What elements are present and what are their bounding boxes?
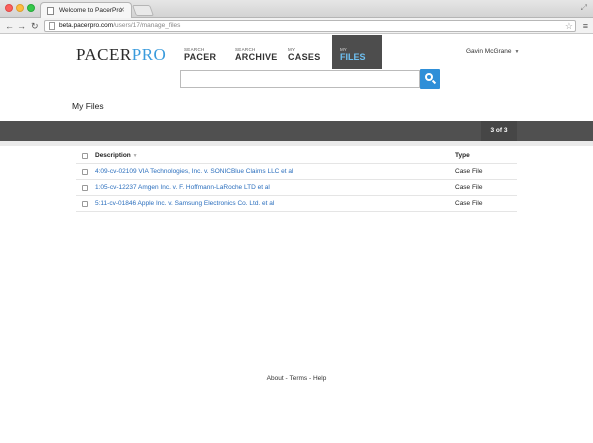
search-icon-handle — [431, 79, 437, 85]
tab-title: Welcome to PacerPro — [59, 7, 123, 14]
page-icon — [47, 7, 54, 15]
site-header: PACERPRO SEARCH PACER SEARCH ARCHIVE MY … — [0, 35, 593, 97]
chevron-down-icon: ▼ — [514, 49, 520, 55]
column-header-type: Type — [455, 152, 470, 159]
url-path: /users/17/manage_files — [113, 22, 181, 29]
bookmark-star-icon[interactable]: ☆ — [565, 19, 573, 33]
menu-icon[interactable]: ≡ — [583, 19, 588, 33]
footer: About - Terms - Help — [0, 375, 593, 382]
table-row: 1:05-cv-12237 Amgen Inc. v. F. Hoffmann-… — [76, 180, 517, 196]
nav-big-label: ARCHIVE — [235, 52, 278, 62]
browser-toolbar: ← → ↻ beta.pacerpro.com/users/17/manage_… — [0, 18, 593, 34]
close-window-button[interactable] — [5, 4, 13, 12]
footer-about-link[interactable]: About — [267, 375, 284, 382]
row-checkbox[interactable] — [82, 201, 88, 207]
nav-my-files[interactable]: MY FILES — [332, 35, 382, 69]
select-all-checkbox[interactable] — [82, 153, 88, 159]
back-arrow-icon[interactable]: ← — [5, 19, 14, 33]
search-input[interactable] — [180, 70, 420, 88]
pacerpro-logo[interactable]: PACERPRO — [76, 45, 166, 65]
nav-my-cases[interactable]: MY CASES — [288, 47, 321, 62]
close-tab-icon[interactable]: ✕ — [119, 6, 125, 14]
fullscreen-icon[interactable]: ⤢ — [581, 3, 587, 13]
footer-terms-link[interactable]: Terms — [289, 375, 307, 382]
minimize-window-button[interactable] — [16, 4, 24, 12]
logo-pro-text: PRO — [131, 45, 167, 64]
zoom-window-button[interactable] — [27, 4, 35, 12]
results-count: 3 of 3 — [481, 121, 517, 141]
row-checkbox[interactable] — [82, 185, 88, 191]
table-row: 4:09-cv-02109 VIA Technologies, Inc. v. … — [76, 164, 517, 180]
logo-pacer-text: PACER — [76, 45, 132, 64]
row-checkbox[interactable] — [82, 169, 88, 175]
column-header-description[interactable]: Description ▼ — [95, 152, 138, 159]
browser-tabstrip: Welcome to PacerPro ✕ ⤢ — [0, 0, 593, 18]
new-tab-button[interactable] — [131, 5, 155, 16]
forward-arrow-icon[interactable]: → — [17, 19, 26, 33]
divider — [0, 141, 593, 146]
case-link[interactable]: 4:09-cv-02109 VIA Technologies, Inc. v. … — [95, 168, 293, 175]
sort-down-icon: ▼ — [132, 153, 138, 159]
table-row: 5:11-cv-01846 Apple Inc. v. Samsung Elec… — [76, 196, 517, 212]
case-type: Case File — [455, 184, 483, 191]
nav-big-label: CASES — [288, 52, 321, 62]
nav-big-label: PACER — [184, 52, 217, 62]
nav-big-label: FILES — [340, 52, 366, 62]
address-bar[interactable]: beta.pacerpro.com/users/17/manage_files — [44, 20, 576, 32]
nav-search-pacer[interactable]: SEARCH PACER — [184, 47, 216, 62]
table-header: Description ▼ Type — [76, 148, 517, 164]
page-icon — [49, 22, 55, 30]
column-label: Description — [95, 152, 131, 159]
case-link[interactable]: 1:05-cv-12237 Amgen Inc. v. F. Hoffmann-… — [95, 184, 270, 191]
case-link[interactable]: 5:11-cv-01846 Apple Inc. v. Samsung Elec… — [95, 200, 274, 207]
reload-icon[interactable]: ↻ — [31, 19, 39, 33]
browser-tab[interactable]: Welcome to PacerPro ✕ — [40, 2, 132, 18]
case-type: Case File — [455, 200, 483, 207]
nav-search-archive[interactable]: SEARCH ARCHIVE — [235, 47, 278, 62]
case-type: Case File — [455, 168, 483, 175]
user-name: Gavin McGrane — [466, 48, 512, 55]
files-table: Description ▼ Type 4:09-cv-02109 VIA Tec… — [76, 148, 517, 212]
url-host: beta.pacerpro.com — [59, 22, 114, 29]
footer-help-link[interactable]: Help — [313, 375, 326, 382]
search-button[interactable] — [420, 69, 440, 89]
user-menu[interactable]: Gavin McGrane ▼ — [466, 48, 519, 55]
page-title: My Files — [72, 101, 104, 111]
